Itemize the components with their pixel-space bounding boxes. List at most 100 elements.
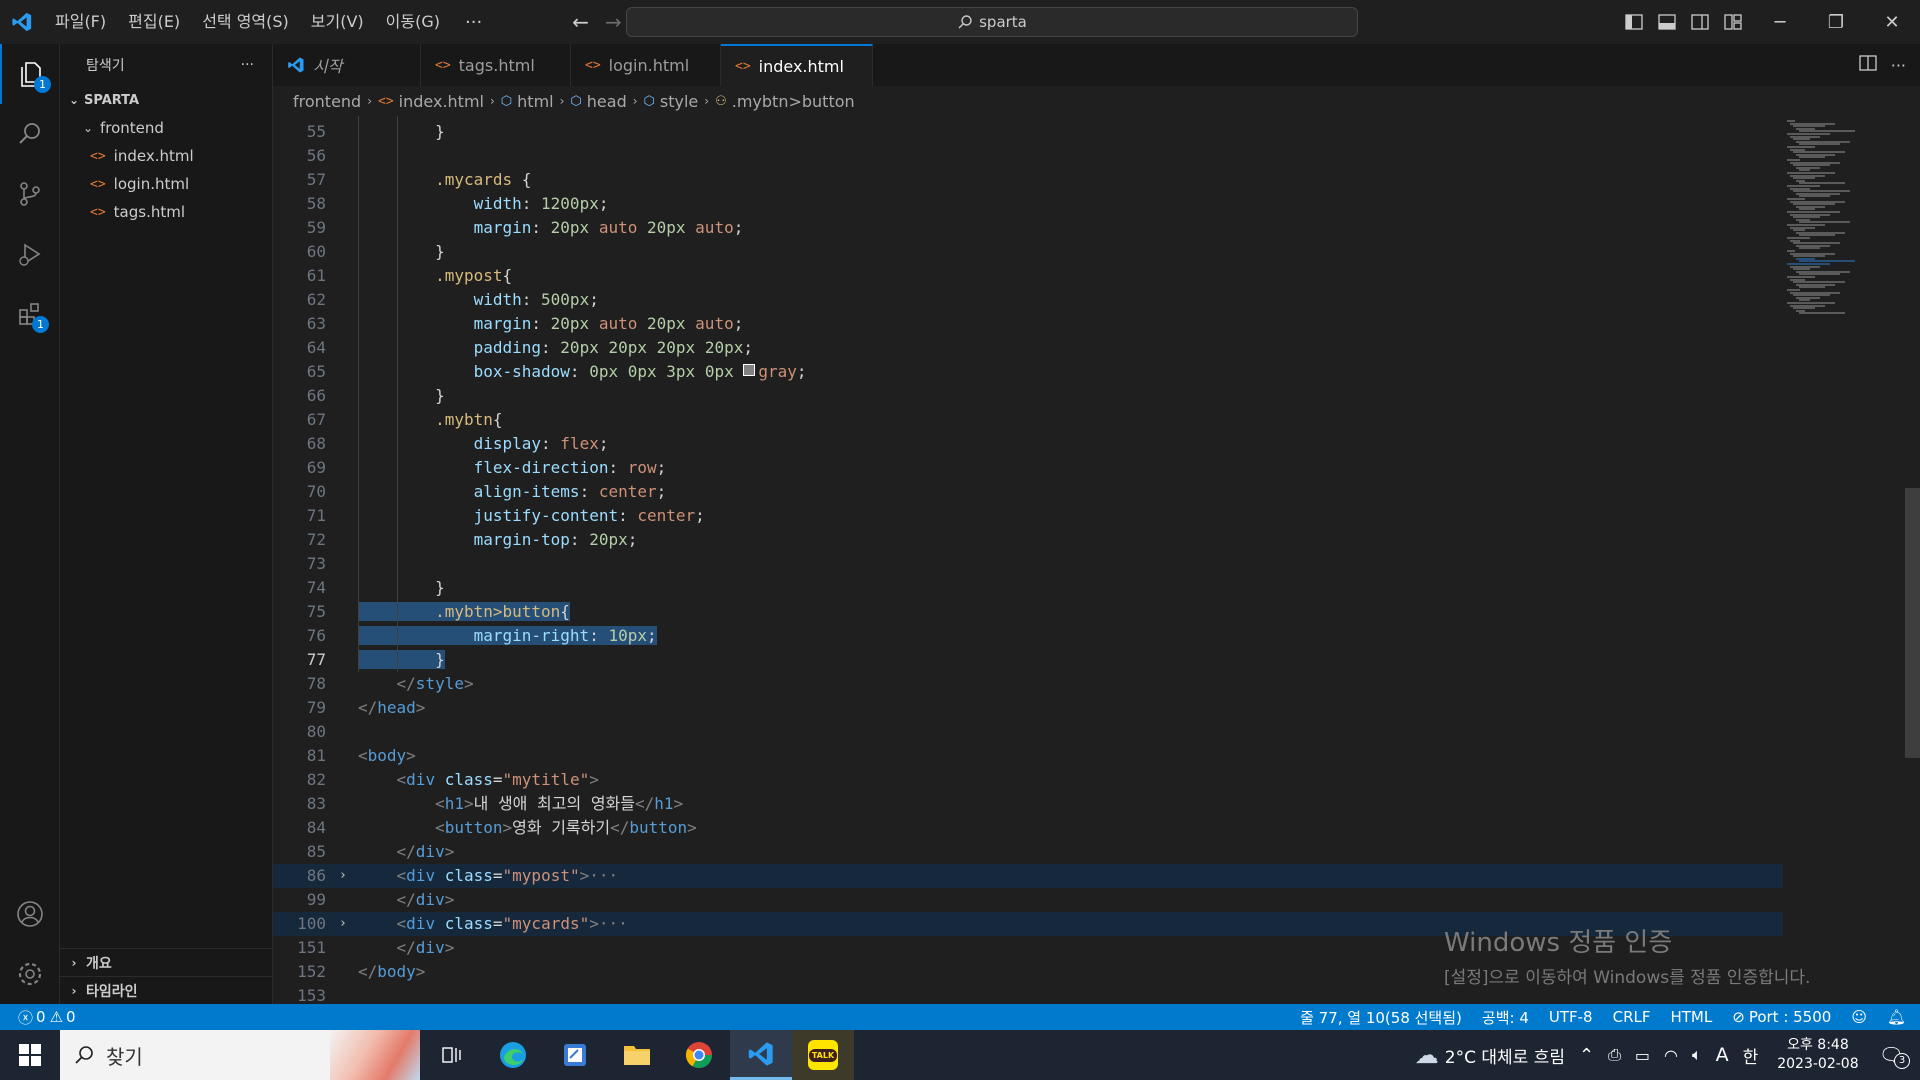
taskbar-clock[interactable]: 오후 8:48 2023-02-08 <box>1765 1036 1870 1074</box>
code-line[interactable]: 86 › <div class="mypost">··· <box>273 864 1783 888</box>
minimap[interactable] <box>1783 116 1895 1004</box>
tab-login[interactable]: <> login.html <box>571 44 721 86</box>
cursor-position-status[interactable]: 줄 77, 열 10(58 선택됨) <box>1290 1007 1472 1028</box>
code-line[interactable]: 74 } <box>273 576 1783 600</box>
edge-browser-icon[interactable] <box>482 1030 544 1080</box>
code-line[interactable]: 65 box-shadow: 0px 0px 3px 0px gray; <box>273 360 1783 384</box>
code-line[interactable]: 83 <h1>내 생애 최고의 영화들</h1> <box>273 792 1783 816</box>
tab-index[interactable]: <> index.html <box>721 44 873 86</box>
tab-welcome[interactable]: 시작 <box>273 44 421 86</box>
action-center-icon[interactable]: 🗨︎ 3 <box>1871 1043 1920 1069</box>
restore-icon[interactable]: ❐ <box>1808 0 1864 44</box>
eol-status[interactable]: CRLF <box>1603 1008 1661 1026</box>
command-center-search[interactable]: sparta <box>626 7 1358 37</box>
file-item[interactable]: <> index.html <box>60 142 272 170</box>
extensions-activity[interactable]: 1 <box>0 284 60 344</box>
code-line[interactable]: 63 margin: 20px auto 20px auto; <box>273 312 1783 336</box>
code-line[interactable]: 56 <box>273 144 1783 168</box>
search-activity[interactable] <box>0 104 60 164</box>
weather-widget[interactable]: ☁ 2°C 대체로 흐림 <box>1408 1041 1572 1069</box>
code-line[interactable]: 59 margin: 20px auto 20px auto; <box>273 216 1783 240</box>
code-line[interactable]: 78 </style> <box>273 672 1783 696</box>
code-line[interactable]: 72 margin-top: 20px; <box>273 528 1783 552</box>
wifi-icon[interactable]: ◠ <box>1657 1046 1685 1065</box>
close-icon[interactable]: ✕ <box>1864 0 1920 44</box>
volume-icon[interactable]: 🔈︎ <box>1685 1045 1709 1065</box>
code-line[interactable]: 67 .mybtn{ <box>273 408 1783 432</box>
breadcrumb-item[interactable]: style <box>660 92 698 111</box>
breadcrumb-item[interactable]: frontend <box>293 92 361 111</box>
split-editor-icon[interactable] <box>1849 55 1887 75</box>
sticky-notes-app-icon[interactable] <box>544 1030 606 1080</box>
code-line[interactable]: 99 </div> <box>273 888 1783 912</box>
code-line[interactable]: 60 } <box>273 240 1783 264</box>
tab-tags[interactable]: <> tags.html <box>421 44 571 86</box>
code-line[interactable]: 71 justify-content: center; <box>273 504 1783 528</box>
code-line[interactable]: 70 align-items: center; <box>273 480 1783 504</box>
minimize-icon[interactable]: ─ <box>1752 0 1808 44</box>
file-item[interactable]: <> tags.html <box>60 198 272 226</box>
back-arrow-icon[interactable]: ← <box>564 10 597 34</box>
fold-chevron-icon[interactable]: › <box>339 912 347 936</box>
code-line[interactable]: 61 .mypost{ <box>273 264 1783 288</box>
timeline-section[interactable]: › 타임라인 <box>60 976 273 1004</box>
code-line[interactable]: 58 width: 1200px; <box>273 192 1783 216</box>
code-line[interactable]: 55 } <box>273 120 1783 144</box>
breadcrumb-item[interactable]: .mybtn>button <box>732 92 855 111</box>
ime-language-indicator[interactable]: 한 <box>1736 1043 1766 1068</box>
code-line[interactable]: 66 } <box>273 384 1783 408</box>
code-line[interactable]: 82 <div class="mytitle"> <box>273 768 1783 792</box>
code-line[interactable]: 84 <button>영화 기록하기</button> <box>273 816 1783 840</box>
outline-section[interactable]: › 개요 <box>60 948 273 976</box>
toggle-secondary-sidebar-icon[interactable] <box>1683 0 1716 44</box>
indentation-status[interactable]: 공백: 4 <box>1472 1007 1539 1028</box>
taskbar-search-box[interactable]: 찾기 <box>60 1030 420 1080</box>
folder-frontend[interactable]: ⌄ frontend <box>60 114 272 142</box>
battery-icon[interactable]: ▭ <box>1628 1046 1657 1065</box>
code-line[interactable]: 77 } <box>273 648 1783 672</box>
kakaotalk-icon[interactable]: TALK <box>792 1030 854 1080</box>
code-line[interactable]: 75 .mybtn>button{ <box>273 600 1783 624</box>
explorer-activity[interactable]: 1 <box>0 44 60 104</box>
problems-status[interactable]: ⓧ 0 ⚠ 0 <box>0 1007 86 1028</box>
menu-go[interactable]: 이동(G) <box>375 0 451 44</box>
code-line[interactable]: 80 <box>273 720 1783 744</box>
code-line[interactable]: 64 padding: 20px 20px 20px 20px; <box>273 336 1783 360</box>
toggle-primary-sidebar-icon[interactable] <box>1617 0 1650 44</box>
fold-chevron-icon[interactable]: › <box>339 864 347 888</box>
menu-view[interactable]: 보기(V) <box>300 0 375 44</box>
code-editor[interactable]: 55 } 56 57 .mycards {58 width: 1200px; 59 m… <box>273 116 1920 1004</box>
breadcrumb-item[interactable]: html <box>517 92 553 111</box>
show-hidden-icons-icon[interactable]: ⌃ <box>1572 1045 1601 1066</box>
workspace-root[interactable]: ⌄ SPARTA <box>60 86 272 114</box>
breadcrumb-item[interactable]: head <box>587 92 627 111</box>
manage-activity[interactable] <box>0 944 60 1004</box>
code-line[interactable]: 85 </div> <box>273 840 1783 864</box>
breadcrumb-item[interactable]: index.html <box>399 92 484 111</box>
chrome-browser-icon[interactable] <box>668 1030 730 1080</box>
code-line[interactable]: 76 margin-right: 10px; <box>273 624 1783 648</box>
code-line[interactable]: 68 display: flex; <box>273 432 1783 456</box>
file-explorer-icon[interactable] <box>606 1030 668 1080</box>
vertical-scrollbar[interactable] <box>1905 488 1920 758</box>
live-server-status[interactable]: ⊘ Port : 5500 <box>1722 1008 1841 1026</box>
code-line[interactable]: 79 </head> <box>273 696 1783 720</box>
more-actions-icon[interactable]: ··· <box>1887 56 1920 75</box>
toggle-panel-icon[interactable] <box>1650 0 1683 44</box>
feedback-icon[interactable]: ☺ <box>1841 1008 1877 1026</box>
language-status[interactable]: HTML <box>1660 1008 1722 1026</box>
code-line[interactable]: 62 width: 500px; <box>273 288 1783 312</box>
customize-layout-icon[interactable] <box>1716 0 1749 44</box>
code-line[interactable]: 69 flex-direction: row; <box>273 456 1783 480</box>
meet-now-icon[interactable]: ⎙ <box>1601 1045 1628 1065</box>
menu-more-button[interactable]: ··· <box>451 12 496 33</box>
code-line[interactable]: 81 <body> <box>273 744 1783 768</box>
task-view-icon[interactable] <box>420 1030 482 1080</box>
windows-start-icon[interactable] <box>0 1030 60 1080</box>
run-debug-activity[interactable] <box>0 224 60 284</box>
file-item[interactable]: <> login.html <box>60 170 272 198</box>
code-line[interactable]: 57 .mycards { <box>273 168 1783 192</box>
notifications-bell-icon[interactable]: 🔔︎ <box>1877 1008 1920 1026</box>
accounts-activity[interactable] <box>0 884 60 944</box>
menu-file[interactable]: 파일(F) <box>44 0 117 44</box>
